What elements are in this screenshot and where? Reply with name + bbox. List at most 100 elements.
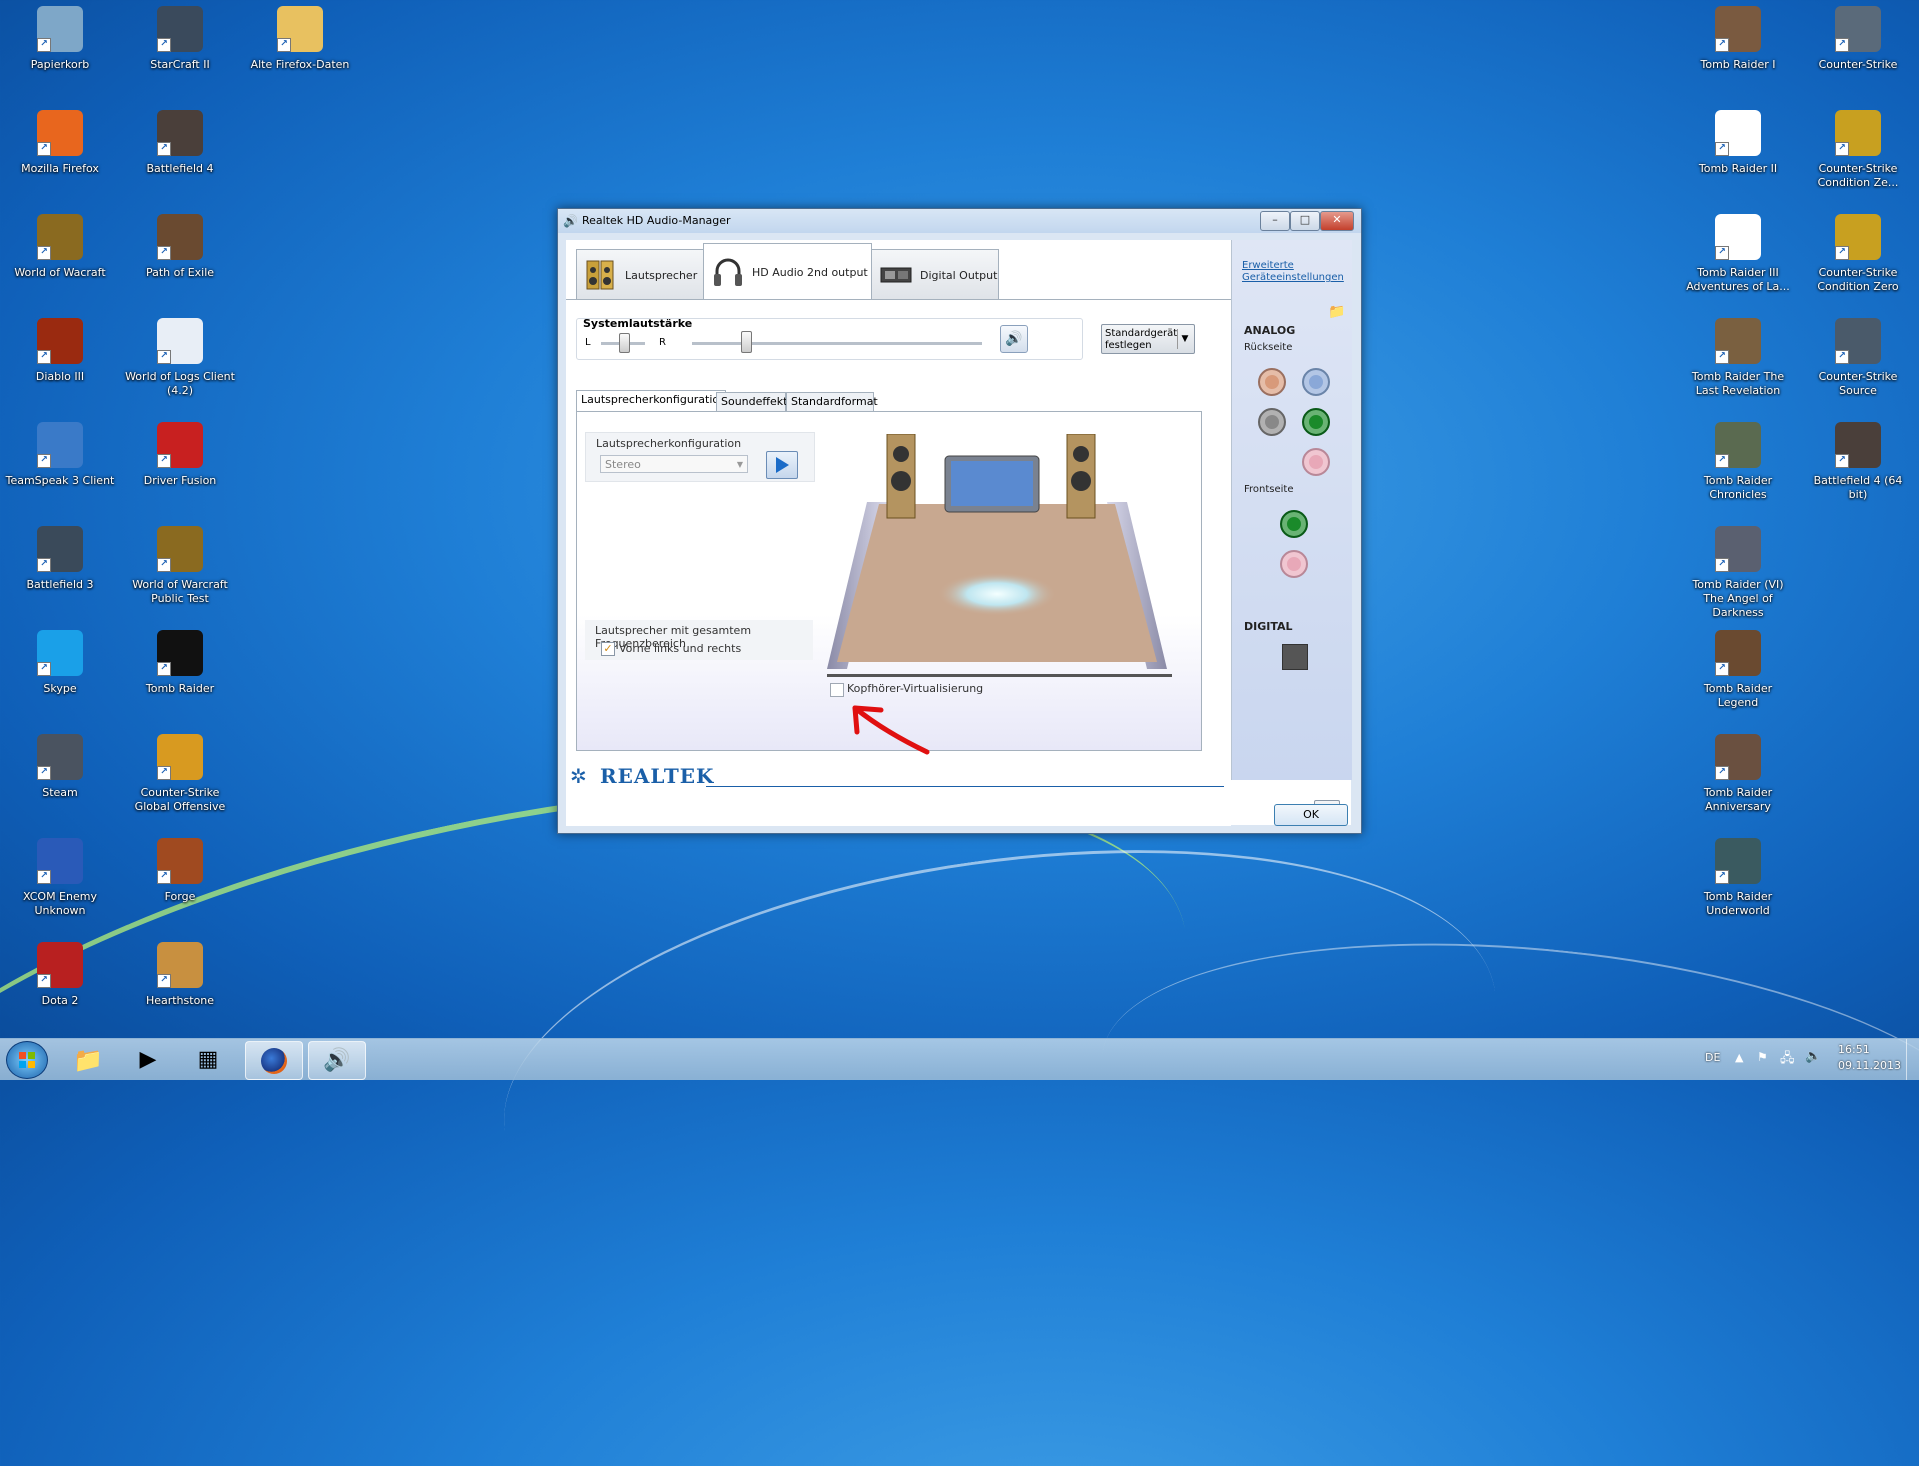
headphone-virtualization-checkbox[interactable] xyxy=(830,683,844,697)
play-test-button[interactable] xyxy=(766,451,798,479)
desktop-icon-label: Battlefield 3 xyxy=(26,578,94,591)
desktop-icon[interactable]: ↗ Counter-Strike Source xyxy=(1803,318,1913,398)
balance-left-label: L xyxy=(585,337,591,348)
tab-hd-audio-2nd-output[interactable]: HD Audio 2nd output xyxy=(703,243,872,300)
desktop-icon-label: Tomb Raider xyxy=(145,682,215,695)
desktop-icon[interactable]: ↗ Counter-Strike xyxy=(1803,6,1913,72)
desktop-icon[interactable]: ↗ Tomb Raider Legend xyxy=(1683,630,1793,710)
desktop-icon[interactable]: ↗ Papierkorb xyxy=(5,6,115,72)
front-lr-label: Vorne links und rechts xyxy=(619,642,742,655)
desktop-icon[interactable]: ↗ Mozilla Firefox xyxy=(5,110,115,176)
cs-condition-zero-icon: ↗ xyxy=(1835,110,1881,156)
advanced-settings-link[interactable]: Erweiterte Geräteeinstellungen xyxy=(1242,260,1352,284)
document-icon: ↗ xyxy=(1715,214,1761,260)
desktop-icon[interactable]: ↗ Skype xyxy=(5,630,115,696)
desktop-icon[interactable]: ↗ Battlefield 4 (64 bit) xyxy=(1803,422,1913,502)
jack-front-pink[interactable] xyxy=(1280,550,1308,578)
desktop-icon[interactable]: ↗ Driver Fusion xyxy=(125,422,235,488)
desktop-icon-label: Papierkorb xyxy=(30,58,90,71)
desktop-icon[interactable]: ↗ Battlefield 4 xyxy=(125,110,235,176)
show-desktop-button[interactable] xyxy=(1906,1039,1919,1080)
close-button[interactable]: ✕ xyxy=(1320,211,1354,231)
desktop-icon[interactable]: ↗ World of Warcraft Public Test xyxy=(125,526,235,606)
desktop-icon[interactable]: ↗ Tomb Raider III Adventures of La... xyxy=(1683,214,1793,294)
desktop-icon[interactable]: ↗ Tomb Raider (VI) The Angel of Darkness xyxy=(1683,526,1793,620)
tab-speakers[interactable]: Lautsprecher xyxy=(576,249,704,300)
desktop-icon[interactable]: ↗ XCOM Enemy Unknown xyxy=(5,838,115,918)
desktop-icon[interactable]: ↗ Tomb Raider Anniversary xyxy=(1683,734,1793,814)
desktop-icon[interactable]: ↗ Tomb Raider II xyxy=(1683,110,1793,176)
clock-time[interactable]: 16:51 xyxy=(1838,1043,1870,1056)
play-icon xyxy=(775,457,789,473)
speaker-config-select[interactable]: Stereo ▼ xyxy=(600,455,748,473)
balance-slider-thumb[interactable] xyxy=(619,333,630,353)
clock-date[interactable]: 09.11.2013 xyxy=(1838,1059,1901,1072)
desktop-icon[interactable]: ↗ Counter-Strike Global Offensive xyxy=(125,734,235,814)
desktop-icon-label: Battlefield 4 (64 bit) xyxy=(1813,474,1903,501)
jack-pink[interactable] xyxy=(1302,448,1330,476)
language-indicator[interactable]: DE xyxy=(1705,1051,1720,1064)
desktop-icon[interactable]: ↗ Counter-Strike Condition Zero xyxy=(1803,214,1913,294)
tab-label: Lautsprecher xyxy=(625,268,698,282)
volume-slider[interactable] xyxy=(692,342,982,345)
audio-manager-taskbar-button[interactable]: 🔊 xyxy=(308,1041,366,1080)
desktop-icon[interactable]: ↗ Tomb Raider I xyxy=(1683,6,1793,72)
realtek-audio-manager-window[interactable]: 🔊 Realtek HD Audio-Manager – □ ✕ Lautspr… xyxy=(557,208,1362,834)
desktop-icon[interactable]: ↗ Battlefield 3 xyxy=(5,526,115,592)
chevron-up-icon[interactable]: ▲ xyxy=(1735,1051,1743,1064)
shortcut-arrow-icon: ↗ xyxy=(1715,246,1729,260)
tab-digital-output[interactable]: Digital Output xyxy=(871,249,999,300)
digital-port-icon[interactable] xyxy=(1282,644,1308,670)
desktop-icon[interactable]: ↗ Diablo III xyxy=(5,318,115,384)
connector-side-panel: Erweiterte Geräteeinstellungen 📁 ANALOG … xyxy=(1231,240,1352,780)
jack-front-green[interactable] xyxy=(1280,510,1308,538)
shortcut-arrow-icon: ↗ xyxy=(37,350,51,364)
tab-default-format[interactable]: Standardformat xyxy=(786,392,878,412)
title-bar[interactable]: 🔊 Realtek HD Audio-Manager – □ ✕ xyxy=(558,209,1361,233)
front-lr-checkbox[interactable]: ✓ xyxy=(601,642,615,656)
desktop-icon[interactable]: ↗ Tomb Raider Underworld xyxy=(1683,838,1793,918)
action-center-flag-icon[interactable]: ⚑ xyxy=(1757,1050,1768,1064)
jack-blue[interactable] xyxy=(1302,368,1330,396)
jack-gray[interactable] xyxy=(1258,408,1286,436)
set-default-device-button[interactable]: Standardgerät festlegen ▼ xyxy=(1101,324,1195,354)
network-icon[interactable]: 🖧 xyxy=(1780,1049,1795,1071)
maximize-button[interactable]: □ xyxy=(1290,211,1320,231)
csgo-icon: ↗ xyxy=(157,734,203,780)
volume-icon[interactable]: 🔈 xyxy=(1805,1049,1821,1064)
desktop-icon[interactable]: ↗ Forge xyxy=(125,838,235,904)
desktop-icon-label: World of Warcraft Public Test xyxy=(132,578,228,605)
minimize-button[interactable]: – xyxy=(1260,211,1290,231)
shortcut-arrow-icon: ↗ xyxy=(37,246,51,260)
ok-button[interactable]: OK xyxy=(1274,804,1348,826)
desktop-icon[interactable]: ↗ Path of Exile xyxy=(125,214,235,280)
back-panel-label: Rückseite xyxy=(1244,342,1293,353)
desktop-icon[interactable]: ↗ StarCraft II xyxy=(125,6,235,72)
realtek-logo-text: REALTEK xyxy=(600,764,715,788)
desktop-icon[interactable]: ↗ Counter-Strike Condition Ze... xyxy=(1803,110,1913,190)
desktop-icon[interactable]: ↗ Tomb Raider xyxy=(125,630,235,696)
desktop-icon[interactable]: ↗ World of Logs Client (4.2) xyxy=(125,318,235,398)
tab-speaker-configuration[interactable]: Lautsprecherkonfiguration xyxy=(576,390,726,411)
desktop-icon[interactable]: ↗ Tomb Raider Chronicles xyxy=(1683,422,1793,502)
desktop-icon[interactable]: ↗ Alte Firefox-Daten xyxy=(245,6,355,72)
desktop-icon[interactable]: ↗ World of Wacraft xyxy=(5,214,115,280)
desktop-icon[interactable]: ↗ TeamSpeak 3 Client xyxy=(5,422,115,488)
mute-speaker-icon[interactable]: 🔊 xyxy=(1000,325,1028,353)
chevron-down-icon[interactable]: ▼ xyxy=(1177,329,1192,349)
firefox-taskbar-button[interactable] xyxy=(245,1041,303,1080)
desktop-icon[interactable]: ↗ Dota 2 xyxy=(5,942,115,1008)
folder-icon[interactable]: 📁 xyxy=(1328,304,1345,320)
desktop-icon[interactable]: ↗ Hearthstone xyxy=(125,942,235,1008)
start-button[interactable] xyxy=(6,1041,48,1079)
desktop-icon-label: TeamSpeak 3 Client xyxy=(5,474,115,487)
jack-green[interactable] xyxy=(1302,408,1330,436)
volume-slider-thumb[interactable] xyxy=(741,331,752,353)
explorer-taskbar-button[interactable]: 📁 xyxy=(60,1041,116,1078)
jack-orange[interactable] xyxy=(1258,368,1286,396)
tab-sound-effect[interactable]: Soundeffekt xyxy=(716,392,787,412)
media-player-taskbar-button[interactable]: ▶ xyxy=(120,1041,176,1078)
desktop-icon[interactable]: ↗ Tomb Raider The Last Revelation xyxy=(1683,318,1793,398)
calculator-taskbar-button[interactable]: ▦ xyxy=(180,1041,236,1078)
desktop-icon[interactable]: ↗ Steam xyxy=(5,734,115,800)
